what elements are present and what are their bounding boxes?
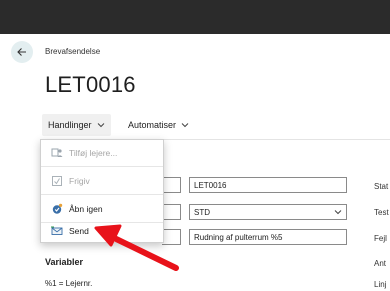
annotation-arrow: [94, 224, 179, 271]
